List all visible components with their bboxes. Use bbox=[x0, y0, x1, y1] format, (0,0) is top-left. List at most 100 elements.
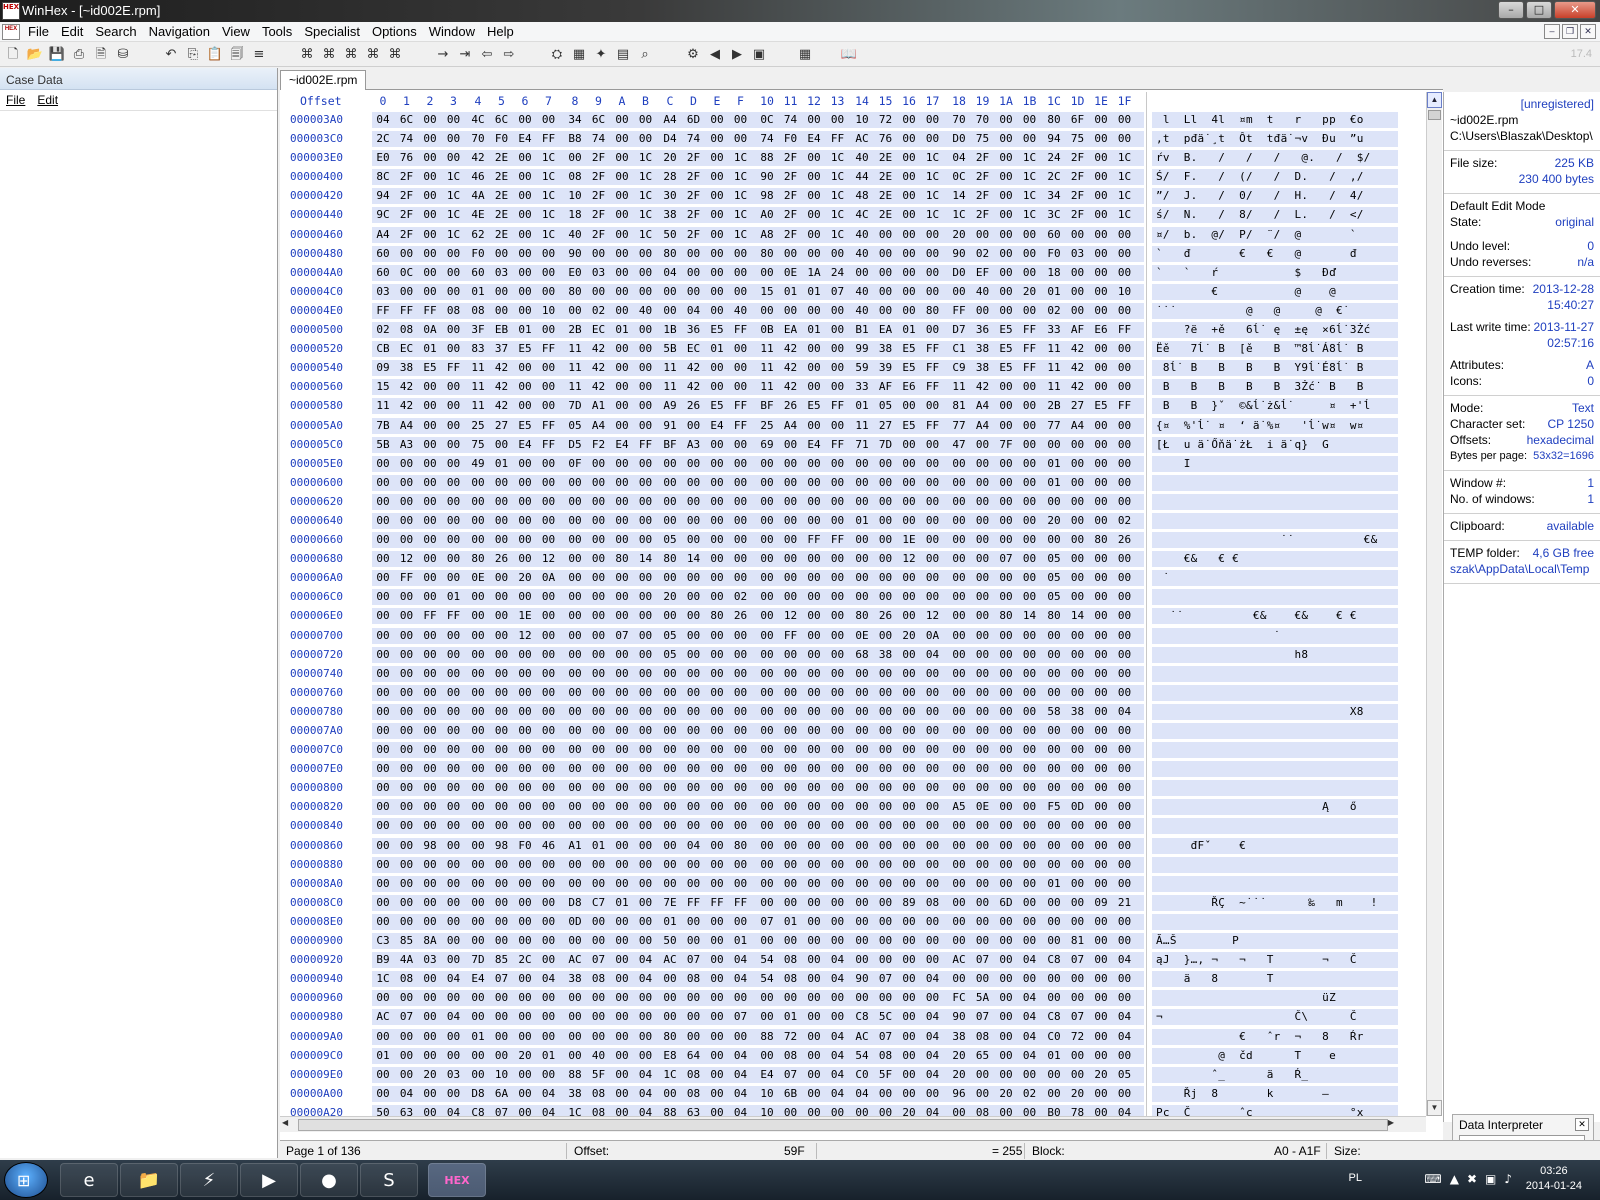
hex-byte[interactable]: 00 bbox=[898, 457, 920, 470]
hex-byte[interactable]: 00 bbox=[514, 781, 536, 794]
hex-byte[interactable]: 00 bbox=[706, 705, 728, 718]
hex-byte[interactable]: F0 bbox=[780, 132, 802, 145]
hex-byte[interactable]: 00 bbox=[1067, 1049, 1089, 1062]
hex-byte[interactable]: 1A bbox=[803, 266, 825, 279]
hex-byte[interactable]: 00 bbox=[564, 571, 586, 584]
hex-byte[interactable]: 00 bbox=[419, 571, 441, 584]
hex-byte[interactable]: 00 bbox=[635, 724, 657, 737]
hex-byte[interactable]: 00 bbox=[995, 419, 1017, 432]
hex-byte[interactable]: 00 bbox=[706, 1106, 728, 1116]
hex-byte[interactable]: 00 bbox=[780, 590, 802, 603]
hex-byte[interactable]: 00 bbox=[611, 819, 633, 832]
hex-byte[interactable]: 00 bbox=[443, 686, 465, 699]
hex-byte[interactable]: 00 bbox=[803, 1049, 825, 1062]
hex-byte[interactable]: 00 bbox=[1043, 495, 1065, 508]
hex-byte[interactable]: 00 bbox=[443, 342, 465, 355]
hex-byte[interactable]: 00 bbox=[922, 571, 944, 584]
hex-byte[interactable]: 26 bbox=[491, 552, 513, 565]
hex-byte[interactable]: 46 bbox=[538, 839, 560, 852]
hex-byte[interactable]: 00 bbox=[659, 514, 681, 527]
row-text[interactable]: Ëě 7ĺ˙ B [ě B ™8ĺ˙Á8ĺ˙ B bbox=[1156, 342, 1400, 355]
hex-byte[interactable]: 00 bbox=[827, 991, 849, 1004]
hex-byte[interactable]: 00 bbox=[948, 705, 970, 718]
hex-byte[interactable]: 1C bbox=[730, 208, 752, 221]
hex-byte[interactable]: 00 bbox=[538, 476, 560, 489]
hex-byte[interactable]: 00 bbox=[1019, 132, 1041, 145]
hex-byte[interactable]: 00 bbox=[922, 266, 944, 279]
hex-byte[interactable]: 2E bbox=[491, 189, 513, 202]
hex-byte[interactable]: 04 bbox=[443, 972, 465, 985]
hex-byte[interactable]: 00 bbox=[803, 667, 825, 680]
hex-byte[interactable]: 46 bbox=[467, 170, 489, 183]
hex-byte[interactable]: 00 bbox=[1090, 934, 1112, 947]
hex-byte[interactable]: 00 bbox=[995, 514, 1017, 527]
hex-byte[interactable]: 00 bbox=[972, 533, 994, 546]
menu-options[interactable]: Options bbox=[366, 22, 423, 42]
hex-byte[interactable]: 04 bbox=[1019, 1049, 1041, 1062]
hex-byte[interactable]: 00 bbox=[898, 762, 920, 775]
hex-byte[interactable]: 00 bbox=[1114, 667, 1136, 680]
hex-byte[interactable]: 00 bbox=[756, 533, 778, 546]
hex-byte[interactable]: 00 bbox=[635, 399, 657, 412]
hex-byte[interactable]: 04 bbox=[372, 113, 394, 126]
hex-byte[interactable]: 2F bbox=[588, 170, 610, 183]
hex-byte[interactable]: 00 bbox=[588, 648, 610, 661]
hex-byte[interactable]: 00 bbox=[443, 266, 465, 279]
hex-byte[interactable]: 00 bbox=[1067, 629, 1089, 642]
hex-byte[interactable]: 00 bbox=[611, 208, 633, 221]
hex-byte[interactable]: 01 bbox=[1043, 877, 1065, 890]
hex-byte[interactable]: 2F bbox=[780, 189, 802, 202]
hex-row[interactable]: 00000800 00 00 00 00 00 00 00 00 00 00 00 00 00 00 00 00… bbox=[280, 778, 1426, 797]
hex-byte[interactable]: BF bbox=[756, 399, 778, 412]
hex-byte[interactable]: 00 bbox=[898, 1030, 920, 1043]
hex-byte[interactable]: 00 bbox=[635, 476, 657, 489]
hex-byte[interactable]: 00 bbox=[564, 476, 586, 489]
hex-byte[interactable]: FF bbox=[948, 304, 970, 317]
hex-byte[interactable]: 04 bbox=[635, 1068, 657, 1081]
hex-byte[interactable]: 00 bbox=[756, 781, 778, 794]
hex-byte[interactable]: 00 bbox=[683, 819, 705, 832]
hex-byte[interactable]: 80 bbox=[659, 552, 681, 565]
hex-byte[interactable]: 00 bbox=[1090, 991, 1112, 1004]
hex-byte[interactable]: 90 bbox=[564, 247, 586, 260]
hex-byte[interactable]: 77 bbox=[948, 419, 970, 432]
hex-byte[interactable]: 54 bbox=[851, 1049, 873, 1062]
hex-byte[interactable]: 10 bbox=[491, 1068, 513, 1081]
hex-byte[interactable]: 00 bbox=[1043, 896, 1065, 909]
hex-byte[interactable]: 08 bbox=[875, 1049, 897, 1062]
hex-byte[interactable]: 00 bbox=[611, 399, 633, 412]
row-text[interactable]: € ˆr ¬ 8 Ŕr bbox=[1156, 1030, 1400, 1043]
hex-byte[interactable]: 00 bbox=[514, 858, 536, 871]
hex-byte[interactable]: 00 bbox=[659, 304, 681, 317]
hex-byte[interactable]: 01 bbox=[588, 839, 610, 852]
hex-byte[interactable]: 09 bbox=[372, 361, 394, 374]
hex-byte[interactable]: 00 bbox=[635, 590, 657, 603]
hex-byte[interactable]: 00 bbox=[1090, 972, 1112, 985]
menu-search[interactable]: Search bbox=[89, 22, 142, 42]
hex-byte[interactable]: 00 bbox=[756, 590, 778, 603]
hex-byte[interactable]: 08 bbox=[972, 1030, 994, 1043]
hex-byte[interactable]: 00 bbox=[611, 228, 633, 241]
hex-byte[interactable]: 00 bbox=[995, 743, 1017, 756]
hex-byte[interactable]: 00 bbox=[538, 323, 560, 336]
hex-byte[interactable]: 00 bbox=[875, 877, 897, 890]
hex-byte[interactable]: 00 bbox=[1114, 457, 1136, 470]
skype-taskbar-icon[interactable]: S bbox=[360, 1163, 418, 1197]
hex-byte[interactable]: 00 bbox=[972, 743, 994, 756]
hex-byte[interactable]: 00 bbox=[1090, 495, 1112, 508]
hex-byte[interactable]: 00 bbox=[1067, 514, 1089, 527]
hex-byte[interactable]: 00 bbox=[898, 877, 920, 890]
hex-byte[interactable]: 00 bbox=[922, 877, 944, 890]
hex-byte[interactable]: 00 bbox=[611, 1087, 633, 1100]
hex-byte[interactable]: 26 bbox=[683, 399, 705, 412]
hex-byte[interactable]: 09 bbox=[1090, 896, 1112, 909]
hex-byte[interactable]: 04 bbox=[683, 304, 705, 317]
row-text[interactable]: ˆ_ ä Ŕ_ bbox=[1156, 1068, 1400, 1081]
hex-byte[interactable]: 00 bbox=[827, 495, 849, 508]
hex-byte[interactable]: 00 bbox=[706, 686, 728, 699]
hex-byte[interactable]: 00 bbox=[419, 1087, 441, 1100]
hex-byte[interactable]: 00 bbox=[564, 629, 586, 642]
hex-byte[interactable]: 00 bbox=[898, 1087, 920, 1100]
hex-byte[interactable]: 00 bbox=[564, 686, 586, 699]
hex-byte[interactable]: 00 bbox=[683, 247, 705, 260]
